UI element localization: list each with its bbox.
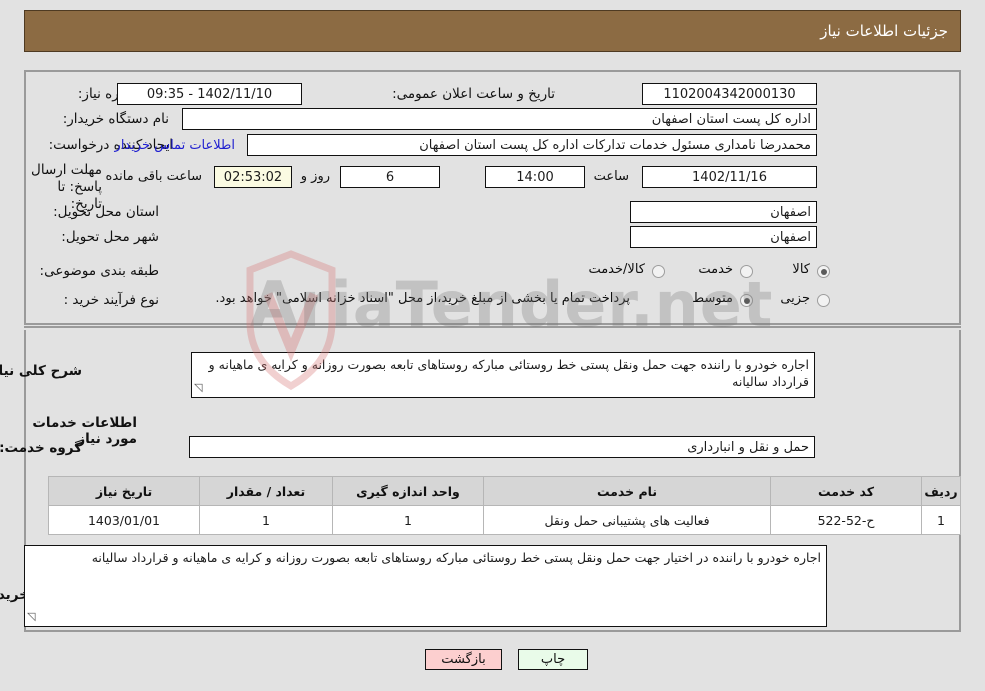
delivery-city-label: شهر محل تحویل:	[61, 229, 159, 245]
table-row: 1 ح-52-522 فعالیت های پشتیبانی حمل ونقل …	[48, 505, 961, 535]
radio-category-kala[interactable]	[817, 265, 830, 278]
col-service-code: کد خدمت	[770, 476, 922, 506]
cell-unit: 1	[332, 505, 484, 535]
deadline-date-value: 1402/11/16	[642, 166, 817, 188]
buyer-notes-textarea[interactable]: اجاره خودرو با راننده در اختیار جهت حمل …	[24, 545, 827, 627]
radio-category-khedmat[interactable]	[740, 265, 753, 278]
radio-label-motevaset: متوسط	[692, 291, 733, 306]
radio-purchase-motevaset[interactable]	[740, 294, 753, 307]
delivery-city-value: اصفهان	[630, 226, 817, 248]
services-heading: اطلاعات خدمات مورد نیاز	[32, 415, 137, 447]
col-need-date: تاریخ نیاز	[48, 476, 200, 506]
announce-datetime-label: تاریخ و ساعت اعلان عمومی:	[392, 86, 555, 102]
buyer-org-label: نام دستگاه خریدار:	[62, 111, 169, 127]
cell-row: 1	[921, 505, 961, 535]
section-divider	[24, 326, 961, 328]
delivery-province-label: استان محل تحویل:	[53, 204, 159, 220]
page-title: جزئیات اطلاعات نیاز	[820, 22, 948, 40]
purchase-type-label: نوع فرآیند خرید :	[63, 292, 159, 308]
radio-label-khedmat: خدمت	[698, 262, 733, 277]
cell-service-name: فعالیت های پشتیبانی حمل ونقل	[483, 505, 771, 535]
page-root: جزئیات اطلاعات نیاز شماره نیاز: 11020043…	[0, 0, 985, 691]
category-label: طبقه بندی موضوعی:	[39, 263, 159, 279]
radio-label-kala: کالا	[792, 262, 810, 277]
cell-service-code: ح-52-522	[770, 505, 922, 535]
description-label: شرح کلی نیاز:	[0, 363, 82, 379]
radio-label-kala-khedmat: کالا/خدمت	[588, 262, 645, 277]
need-number-value: 1102004342000130	[642, 83, 817, 105]
cell-quantity: 1	[199, 505, 333, 535]
remaining-days-value: 6	[340, 166, 440, 188]
col-row: ردیف	[921, 476, 961, 506]
remaining-hours-label: ساعت باقی مانده	[105, 169, 202, 184]
description-textarea[interactable]: اجاره خودرو با راننده جهت حمل ونقل پستی …	[191, 352, 815, 398]
radio-category-kala-khedmat[interactable]	[652, 265, 665, 278]
countdown-value: 02:53:02	[214, 166, 292, 188]
days-label: روز و	[300, 169, 330, 184]
service-group-value: حمل و نقل و انبارداری	[189, 436, 815, 458]
buyer-notes-value: اجاره خودرو با راننده در اختیار جهت حمل …	[91, 550, 821, 565]
col-service-name: نام خدمت	[483, 476, 771, 506]
treasury-note: پرداخت تمام یا بخشی از مبلغ خرید،از محل …	[215, 291, 630, 306]
print-button[interactable]: چاپ	[518, 649, 588, 670]
announce-datetime-value: 1402/11/10 - 09:35	[117, 83, 302, 105]
services-table: ردیف کد خدمت نام خدمت واحد اندازه گیری ت…	[48, 476, 961, 535]
col-unit: واحد اندازه گیری	[332, 476, 484, 506]
deadline-time-value: 14:00	[485, 166, 585, 188]
resize-grip-icon[interactable]: ◸	[194, 379, 202, 396]
col-quantity: تعداد / مقدار	[199, 476, 333, 506]
cell-need-date: 1403/01/01	[48, 505, 200, 535]
buyer-org-value: اداره کل پست استان اصفهان	[182, 108, 817, 130]
buyer-contact-link[interactable]: اطلاعات تماس خریدار	[115, 138, 235, 153]
description-value: اجاره خودرو با راننده جهت حمل ونقل پستی …	[208, 357, 809, 389]
back-button[interactable]: بازگشت	[425, 649, 502, 670]
page-title-bar: جزئیات اطلاعات نیاز	[24, 10, 961, 52]
hour-label: ساعت	[593, 169, 629, 184]
table-header-row: ردیف کد خدمت نام خدمت واحد اندازه گیری ت…	[48, 476, 961, 506]
delivery-province-value: اصفهان	[630, 201, 817, 223]
requester-value: محمدرضا نامداری مسئول خدمات تدارکات ادار…	[247, 134, 817, 156]
resize-grip-icon-2[interactable]: ◸	[27, 608, 35, 625]
radio-label-jozei: جزیی	[780, 291, 810, 306]
radio-purchase-jozei[interactable]	[817, 294, 830, 307]
